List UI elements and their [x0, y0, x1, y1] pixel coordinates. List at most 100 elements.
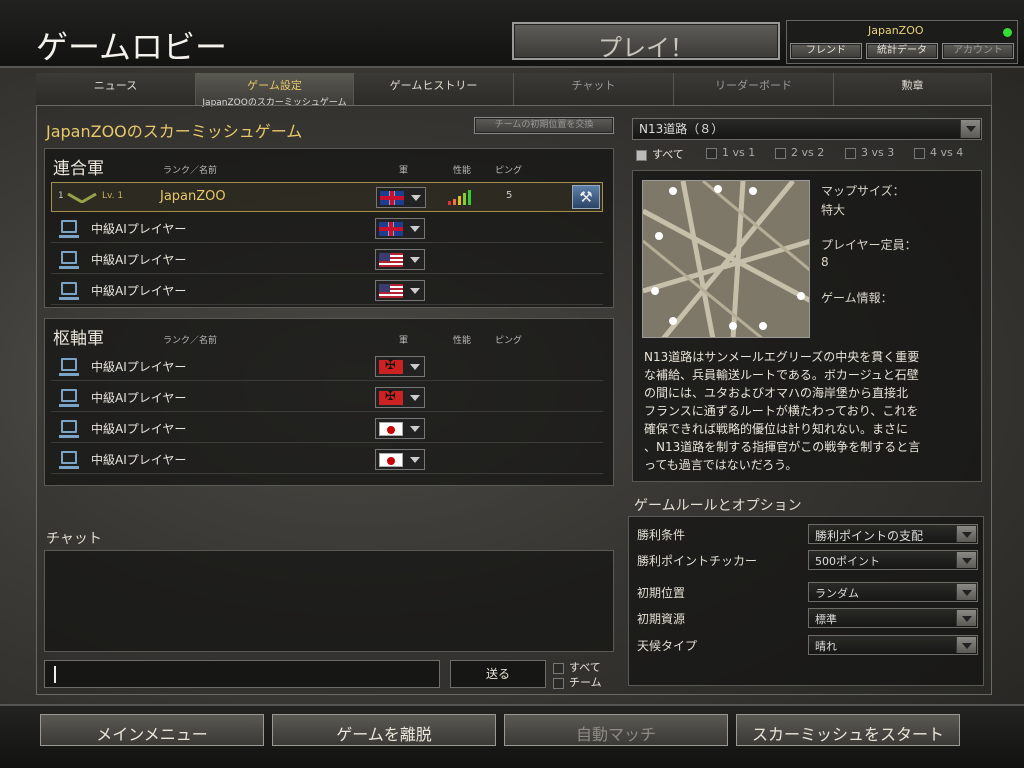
game-title: JapanZOOのスカーミッシュゲーム: [46, 122, 303, 141]
allies-col-perf: 性能: [453, 166, 472, 176]
chat-log[interactable]: [44, 550, 614, 652]
weather-type-label: 天候タイプ: [637, 639, 698, 653]
tab-game-history[interactable]: ゲームヒストリー: [354, 73, 514, 105]
map-filter-all[interactable]: すべて: [636, 146, 684, 162]
description-line: 確保できれば戦略的優位は計り知れない。まさに: [644, 422, 909, 436]
host-hammer-icon[interactable]: ⚒: [572, 185, 600, 209]
main-menu-label: メインメニュー: [96, 725, 208, 744]
uk-flag-icon: [380, 191, 404, 205]
army-select[interactable]: [375, 356, 425, 377]
start-skirmish-button[interactable]: スカーミッシュをスタート: [736, 714, 960, 746]
map-filter-2v2[interactable]: 2 vs 2: [775, 146, 824, 159]
panzer-elite-flag-icon: [379, 422, 403, 436]
player-capacity-label: プレイヤー定員：: [821, 238, 917, 252]
computer-icon: [59, 251, 79, 269]
allies-col-ping: ピング: [495, 166, 523, 176]
description-line: N13道路はサンメールエグリーズの中央を貫く重要: [644, 350, 920, 364]
map-filter-4v4[interactable]: 4 vs 4: [914, 146, 963, 159]
uk-flag-icon: [379, 222, 403, 236]
axis-ai-row-2[interactable]: 中級AIプレイヤー: [51, 382, 603, 412]
stats-button[interactable]: 統計データ: [866, 43, 938, 59]
axis-ai-row-4[interactable]: 中級AIプレイヤー: [51, 444, 603, 474]
computer-icon: [59, 220, 79, 238]
wehrmacht-flag-icon: [379, 358, 403, 374]
army-select[interactable]: [375, 387, 425, 408]
army-select[interactable]: [375, 449, 425, 470]
map-description: N13道路はサンメールエグリーズの中央を貫く重要 な補給、兵員輸送ルートである。…: [644, 348, 976, 474]
text-cursor: [54, 666, 56, 683]
map-filter-3v3[interactable]: 3 vs 3: [845, 146, 894, 159]
computer-icon: [59, 451, 79, 469]
axis-col-ping: ピング: [495, 336, 523, 346]
map-size-label: マップサイズ：: [821, 184, 905, 198]
start-position-select[interactable]: ランダム: [808, 582, 978, 602]
player-name: 中級AIプレイヤー: [91, 284, 187, 298]
checkbox-team[interactable]: [553, 677, 564, 689]
checkbox-icon[interactable]: [845, 147, 856, 159]
weather-type-select[interactable]: 晴れ: [808, 635, 978, 655]
checkbox-icon[interactable]: [636, 149, 647, 161]
axis-panel: 枢軸軍 ランク／名前 軍 性能 ピング 中級AIプレイヤー 中級AIプレイヤー …: [44, 318, 614, 486]
tab-game-settings[interactable]: ゲーム設定 JapanZOOのスカーミッシュゲーム: [196, 73, 354, 108]
army-select[interactable]: [375, 218, 425, 239]
checkbox-icon[interactable]: [775, 147, 786, 159]
axis-ai-row-1[interactable]: 中級AIプレイヤー: [51, 351, 603, 381]
map-filter-label: 4 vs 4: [930, 146, 964, 159]
axis-col-rank-name: ランク／名前: [163, 336, 218, 346]
map-select[interactable]: N13道路（８）: [632, 118, 982, 140]
player-name: 中級AIプレイヤー: [91, 360, 187, 374]
tab-medals[interactable]: 勲章: [834, 73, 992, 105]
host-player-row[interactable]: 1 Lv. 1 JapanZOO 5 ⚒: [51, 182, 603, 212]
tab-game-settings-label: ゲーム設定: [247, 79, 302, 92]
tab-chat[interactable]: チャット: [514, 73, 674, 105]
select-value: 標準: [815, 613, 837, 626]
account-label: アカウント: [953, 45, 1003, 56]
allies-col-rank-name: ランク／名前: [163, 166, 218, 176]
chevron-down-icon: [410, 364, 420, 370]
player-name: 中級AIプレイヤー: [91, 253, 187, 267]
auto-match-button[interactable]: 自動マッチ: [504, 714, 728, 746]
us-flag-icon: [379, 253, 403, 267]
slot-number: 1: [58, 191, 64, 201]
friends-button[interactable]: フレンド: [790, 43, 862, 59]
army-select[interactable]: [375, 280, 425, 301]
map-filter-label: すべて: [652, 148, 684, 161]
axis-ai-row-3[interactable]: 中級AIプレイヤー: [51, 413, 603, 443]
chevron-down-icon: [956, 584, 976, 600]
chevron-down-icon: [410, 288, 420, 294]
allies-ai-row-3[interactable]: 中級AIプレイヤー: [51, 275, 603, 305]
send-button[interactable]: 送る: [450, 660, 546, 688]
chevron-down-icon: [956, 610, 976, 626]
leave-game-button[interactable]: ゲームを離脱: [272, 714, 496, 746]
army-select[interactable]: [375, 418, 425, 439]
checkbox-all[interactable]: [553, 662, 564, 674]
chat-scope-team[interactable]: チーム: [553, 674, 602, 690]
swap-start-positions-button[interactable]: チームの初期位置を交換: [474, 117, 614, 134]
victory-condition-select[interactable]: 勝利ポイントの支配: [808, 524, 978, 544]
victory-ticker-select[interactable]: 500ポイント: [808, 550, 978, 570]
allies-ai-row-1[interactable]: 中級AIプレイヤー: [51, 213, 603, 243]
checkbox-icon[interactable]: [914, 147, 925, 159]
tab-medals-label: 勲章: [901, 79, 924, 92]
tab-chat-label: チャット: [571, 79, 616, 92]
checkbox-icon[interactable]: [706, 147, 717, 159]
online-status-icon: [1003, 28, 1012, 37]
player-name: 中級AIプレイヤー: [91, 453, 187, 467]
main-menu-button[interactable]: メインメニュー: [40, 714, 264, 746]
starting-resources-select[interactable]: 標準: [808, 608, 978, 628]
tab-news[interactable]: ニュース: [36, 73, 196, 105]
select-value: 500ポイント: [815, 555, 880, 568]
army-select[interactable]: [375, 249, 425, 270]
chat-input[interactable]: [44, 660, 440, 688]
chat-scope-all[interactable]: すべて: [553, 659, 601, 675]
tab-leaderboard[interactable]: リーダーボード: [674, 73, 834, 105]
allies-ai-row-2[interactable]: 中級AIプレイヤー: [51, 244, 603, 274]
axis-title: 枢軸軍: [53, 329, 104, 349]
army-select[interactable]: [376, 187, 426, 208]
account-button[interactable]: アカウント: [942, 43, 1014, 59]
allies-title: 連合軍: [53, 159, 104, 179]
description-line: っても過言ではないだろう。: [644, 458, 798, 472]
description-line: フランスに通ずるルートが横たわっており、これを: [644, 404, 919, 418]
map-filter-1v1[interactable]: 1 vs 1: [706, 146, 755, 159]
play-button[interactable]: プレイ！: [512, 22, 780, 62]
